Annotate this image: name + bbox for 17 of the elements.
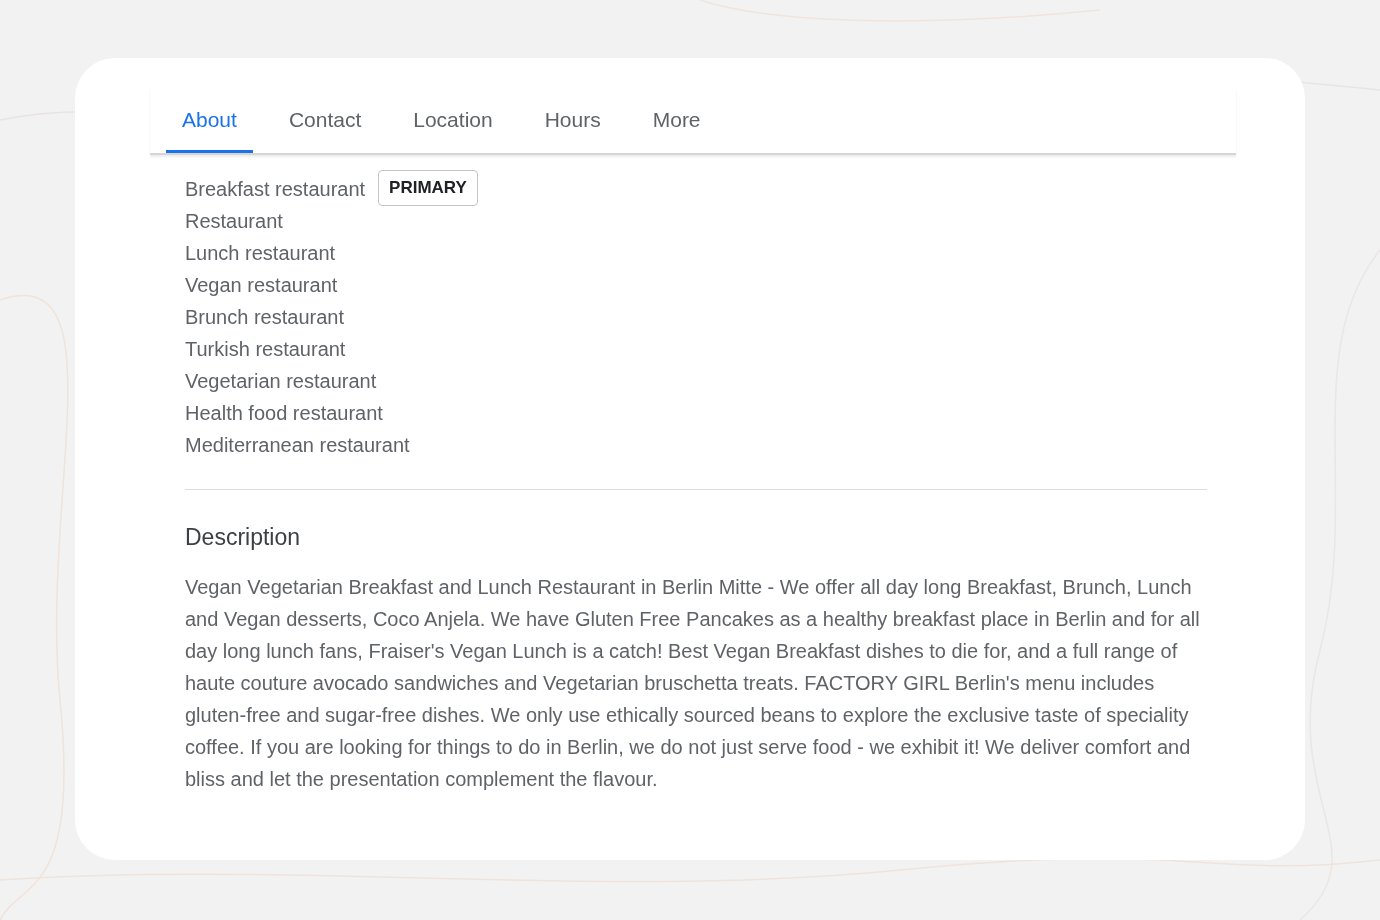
- category-label: Health food restaurant: [185, 401, 383, 426]
- category-label: Vegetarian restaurant: [185, 369, 377, 394]
- primary-badge: PRIMARY: [378, 170, 478, 206]
- tab[interactable]: About: [166, 88, 253, 153]
- tab[interactable]: More: [636, 88, 717, 153]
- category-label: Vegan restaurant: [185, 273, 338, 298]
- category-label: Restaurant: [185, 209, 283, 234]
- section-heading: Description: [185, 523, 301, 552]
- category-label: Brunch restaurant: [185, 305, 344, 330]
- category-label: Lunch restaurant: [185, 241, 336, 266]
- tab[interactable]: Hours: [528, 88, 617, 153]
- tab[interactable]: Location: [397, 88, 509, 153]
- tab[interactable]: Contact: [272, 88, 378, 153]
- category-label: Turkish restaurant: [185, 337, 346, 362]
- category-label: Breakfast restaurant: [185, 177, 366, 202]
- category-label: Mediterranean restaurant: [185, 433, 410, 458]
- description-text: Vegan Vegetarian Breakfast and Lunch Restaurant in Berlin Mitte - We offer all day long Breakfast, Brunch, Lunch and Vegan desserts, Coco Anjela. We have Gluten Free Pancakes as a healthy breakfast place in Berlin and for all day long lunch fans, Fraiser's Vegan Lunch is a catch! Best Vegan Breakfast dishes to die for, and a full range of haute couture avocado sandwiches and Vegetarian bruschetta treats. FACTORY GIRL Berlin's menu includes gluten-free and sugar-free dishes. We only use ethically sourced beans to explore the exclusive taste of speciality coffee. If you are looking for things to do in Berlin, we do not just serve food - we exhibit it! We deliver comfort and bliss and let the presentation complement the flavour.: [185, 574, 1201, 792]
